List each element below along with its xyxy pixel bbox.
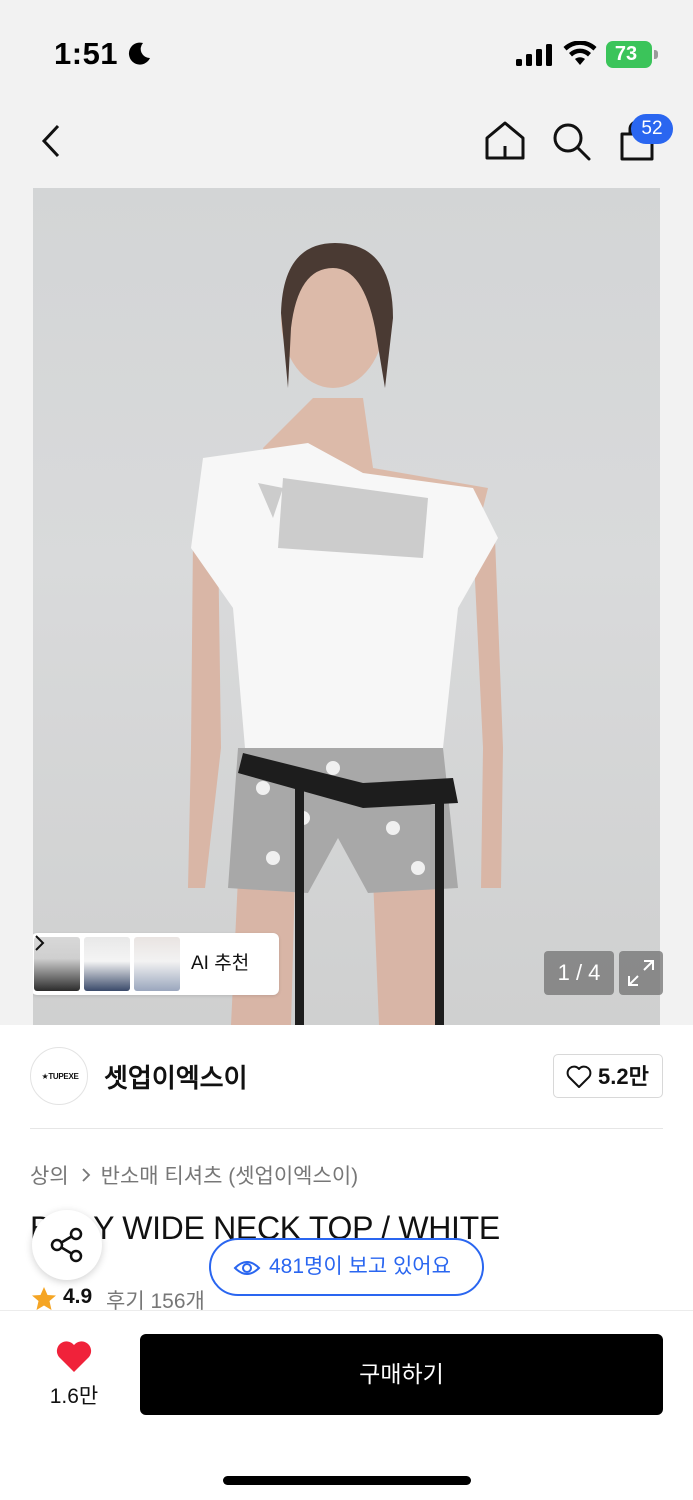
- status-bar: 1:51 73: [0, 0, 693, 100]
- cart-count-badge: 52: [631, 114, 673, 144]
- ai-thumbnail-3[interactable]: [134, 937, 180, 991]
- signal-icon: [516, 44, 552, 66]
- moon-icon: [128, 42, 150, 65]
- ai-recommend-label: AI 추천: [191, 953, 250, 974]
- model-photo: [188, 243, 503, 1025]
- ai-recommend-chip[interactable]: AI 추천: [33, 933, 279, 995]
- share-icon: [50, 1227, 83, 1263]
- product-image[interactable]: AI 추천: [33, 188, 660, 1025]
- brand-logo[interactable]: ★TUPEXE: [30, 1047, 88, 1105]
- heart-outline-icon: [566, 1065, 592, 1088]
- chevron-right-icon: [35, 935, 45, 951]
- heart-filled-icon[interactable]: [55, 1340, 93, 1374]
- viewers-text: 481명이 보고 있어요: [269, 1255, 451, 1278]
- star-icon: [32, 1287, 56, 1310]
- eye-icon: [233, 1261, 261, 1275]
- wifi-icon: [563, 41, 597, 65]
- ai-thumbnail-2[interactable]: [84, 937, 130, 991]
- breadcrumb: 상의 반소매 티셔츠 (셋업이엑스이): [30, 1160, 358, 1190]
- chevron-right-icon: [82, 1168, 90, 1182]
- status-time: 1:51: [54, 36, 119, 71]
- back-arrow-icon[interactable]: [30, 118, 76, 164]
- wish-count: 1.6만: [49, 1385, 99, 1408]
- search-icon[interactable]: [548, 118, 594, 164]
- divider: [30, 1128, 663, 1129]
- buy-button[interactable]: 구매하기: [140, 1334, 663, 1415]
- battery-icon: 73: [606, 41, 658, 68]
- viewers-count-pill: 481명이 보고 있어요: [209, 1238, 484, 1296]
- rating-score: 4.9: [63, 1285, 93, 1308]
- nav-bar: [0, 100, 693, 185]
- battery-level: 73: [614, 43, 638, 65]
- share-button[interactable]: [32, 1210, 102, 1280]
- image-counter: 1 / 4: [544, 951, 614, 995]
- breadcrumb-category[interactable]: 상의: [30, 1165, 69, 1188]
- brand-logo-text: ★TUPEXE: [41, 1072, 79, 1081]
- brand-like-count: 5.2만: [598, 1064, 649, 1089]
- brand-like-button[interactable]: 5.2만: [553, 1054, 663, 1098]
- breadcrumb-subcategory[interactable]: 반소매 티셔츠 (셋업이엑스이): [101, 1165, 359, 1188]
- brand-name[interactable]: 셋업이엑스이: [104, 1058, 248, 1095]
- home-indicator: [223, 1476, 471, 1485]
- expand-icon: [628, 960, 654, 986]
- home-icon[interactable]: [482, 118, 528, 164]
- expand-button[interactable]: [619, 951, 663, 995]
